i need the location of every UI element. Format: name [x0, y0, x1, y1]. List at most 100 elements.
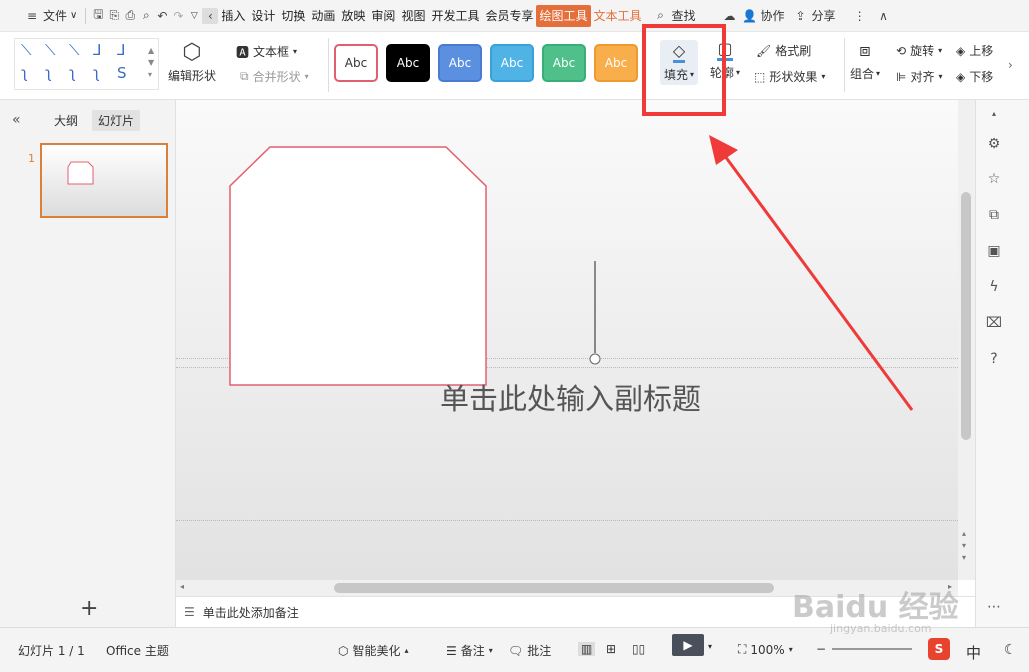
line-shapes-gallery[interactable]: ⟍ ⟍ ⟍ ⅃ ⅃ ʅ ʅ ʅ ʅ S ▲ ▼ ▾	[14, 38, 159, 90]
arrow-line-icon[interactable]: ⟍	[45, 41, 56, 59]
tab-insert[interactable]: 插入	[218, 5, 248, 27]
book-icon[interactable]: ⌧	[985, 314, 1003, 332]
settings-icon[interactable]: ⚙	[985, 135, 1003, 153]
edit-shape-button[interactable]: ⬡ 编辑形状	[168, 40, 216, 84]
redo-icon[interactable]: ↷	[170, 8, 186, 24]
text-box-button[interactable]: 🅰 文本框 ▾	[236, 42, 297, 61]
play-button[interactable]: ▶	[672, 634, 704, 656]
shape-style-6[interactable]: Abc	[594, 44, 638, 82]
elbow-double-icon[interactable]: ʅ	[21, 64, 28, 82]
highlight-box	[642, 24, 726, 116]
send-backward-button[interactable]: ◈ 下移	[956, 68, 993, 85]
shape-effects-button[interactable]: ⬚ 形状效果 ▾	[754, 68, 825, 85]
double-arrow-icon[interactable]: ⟍	[69, 41, 80, 59]
curve-double-icon[interactable]: ʅ	[93, 64, 100, 82]
notes-area[interactable]: ☰ 单击此处添加备注	[176, 596, 975, 627]
tab-drawing-tools[interactable]: 绘图工具	[536, 4, 591, 27]
notes-list-icon: ☰	[446, 643, 457, 658]
tab-member[interactable]: 会员专享	[482, 5, 536, 27]
moon-icon[interactable]: ☾	[1004, 642, 1017, 658]
transition-icon[interactable]: ⧉	[985, 206, 1003, 224]
rotation-handle[interactable]	[589, 353, 601, 365]
subtitle-placeholder[interactable]: 单击此处输入副标题	[440, 376, 701, 418]
ribbon-scroll-right-icon[interactable]: ›	[1008, 58, 1013, 72]
lightning-icon[interactable]: ϟ	[985, 278, 1003, 296]
slide-canvas[interactable]: 单击此处输入副标题	[176, 100, 958, 580]
scroll-down-icon[interactable]: ▴ ▾ ▾	[962, 528, 966, 564]
play-options-icon[interactable]: ▾	[708, 642, 712, 651]
help-icon[interactable]: ?	[985, 350, 1003, 368]
scroll-left-icon[interactable]: ◂	[180, 582, 184, 591]
tab-scroll-left-icon[interactable]: ‹	[202, 7, 219, 24]
sorter-view-icon[interactable]: ⊞	[606, 642, 616, 656]
shape-style-5[interactable]: Abc	[542, 44, 586, 82]
add-slide-icon[interactable]: +	[80, 596, 98, 621]
bring-forward-button[interactable]: ◈ 上移	[956, 42, 993, 59]
zoom-control[interactable]: ⛶ 100% ▾	[738, 642, 793, 657]
format-painter-button[interactable]: 🖌 格式刷	[756, 42, 811, 59]
chevron-down-icon: ▾	[821, 72, 826, 81]
star-icon[interactable]: ☆	[985, 170, 1003, 188]
elbow-arrow-icon[interactable]: ⅃	[117, 41, 125, 59]
freeform-icon[interactable]: S	[117, 64, 127, 82]
print-icon[interactable]: ⎙	[122, 8, 138, 24]
tab-review[interactable]: 审阅	[368, 5, 398, 27]
tab-view[interactable]: 视图	[398, 5, 428, 27]
tab-slideshow[interactable]: 放映	[338, 5, 368, 27]
shape-style-4[interactable]: Abc	[490, 44, 534, 82]
undo-icon[interactable]: ↶	[154, 8, 170, 24]
tab-text-tools[interactable]: 文本工具	[591, 5, 645, 27]
preview-icon[interactable]: ⌕	[138, 8, 154, 24]
smart-beautify-button[interactable]: ⬡ 智能美化 ▴	[338, 642, 409, 659]
reading-view-icon[interactable]: ▯▯	[632, 642, 645, 656]
collab-button[interactable]: 👤 协作	[738, 4, 789, 28]
more-dots-icon[interactable]: ⋯	[985, 598, 1003, 616]
curve-arrow-icon[interactable]: ʅ	[69, 64, 76, 82]
group-button[interactable]: ⧈ 组合 ▾	[850, 40, 880, 82]
save-icon[interactable]: 🖫	[90, 7, 106, 24]
customize-icon[interactable]: ▽	[186, 8, 202, 24]
curve-connector-icon[interactable]: ʅ	[45, 64, 52, 82]
ime-indicator[interactable]: 中	[966, 642, 981, 663]
cloud-icon[interactable]: ☁	[722, 8, 738, 24]
collapse-panel-icon[interactable]: «	[12, 112, 21, 128]
slide-thumbnail[interactable]	[40, 143, 168, 218]
comments-button[interactable]: 🗨 批注	[508, 642, 551, 659]
comment-icon: 🗨	[508, 643, 524, 658]
shape-style-2[interactable]: Abc	[386, 44, 430, 82]
elbow-connector-icon[interactable]: ⅃	[93, 41, 101, 59]
horizontal-scrollbar[interactable]: ◂ ▸	[176, 580, 958, 596]
template-icon[interactable]: ▣	[985, 242, 1003, 260]
right-sidebar: ▴ ⚙ ☆ ⧉ ▣ ϟ ⌧ ? ⋯	[975, 100, 1029, 627]
zoom-slider[interactable]	[832, 648, 912, 650]
file-menu[interactable]: ≡ 文件 ∨	[20, 4, 81, 28]
notes-toggle-button[interactable]: ☰ 备注 ▾	[446, 642, 493, 659]
rotate-button[interactable]: ⟲ 旋转 ▾	[896, 42, 942, 59]
shape-style-1[interactable]: Abc	[334, 44, 378, 82]
gallery-scroll-icon[interactable]: ▲ ▼ ▾	[148, 45, 154, 81]
divider	[85, 7, 87, 24]
normal-view-icon[interactable]: ▥	[578, 642, 596, 656]
scroll-right-icon[interactable]: ▸	[948, 582, 952, 591]
horizontal-scroll-thumb[interactable]	[334, 583, 774, 593]
tab-animation[interactable]: 动画	[308, 5, 338, 27]
shape-style-3[interactable]: Abc	[438, 44, 482, 82]
align-button[interactable]: ⊫ 对齐 ▾	[896, 68, 942, 85]
collapse-ribbon-icon[interactable]: ∧	[876, 8, 892, 24]
more-icon[interactable]: ⋮	[852, 8, 868, 24]
slide-number: 1	[28, 152, 35, 165]
snip-corner-rectangle[interactable]	[229, 146, 487, 386]
scroll-up-small-icon[interactable]: ▴	[985, 104, 1003, 122]
tab-design[interactable]: 设计	[248, 5, 278, 27]
export-icon[interactable]: ⎘	[106, 8, 122, 24]
merge-shape-button[interactable]: ⧉ 合并形状 ▾	[240, 68, 309, 85]
vertical-scrollbar[interactable]: ▴ ▾ ▾	[958, 100, 975, 580]
tab-slides[interactable]: 幻灯片	[92, 110, 141, 131]
tab-outline[interactable]: 大纲	[54, 112, 78, 129]
tab-developer[interactable]: 开发工具	[428, 5, 482, 27]
tab-transition[interactable]: 切换	[278, 5, 308, 27]
line-icon[interactable]: ⟍	[21, 41, 32, 59]
vertical-scroll-thumb[interactable]	[961, 192, 971, 440]
share-button[interactable]: ⇪ 分享	[789, 4, 840, 28]
zoom-out-icon[interactable]: −	[816, 642, 826, 656]
